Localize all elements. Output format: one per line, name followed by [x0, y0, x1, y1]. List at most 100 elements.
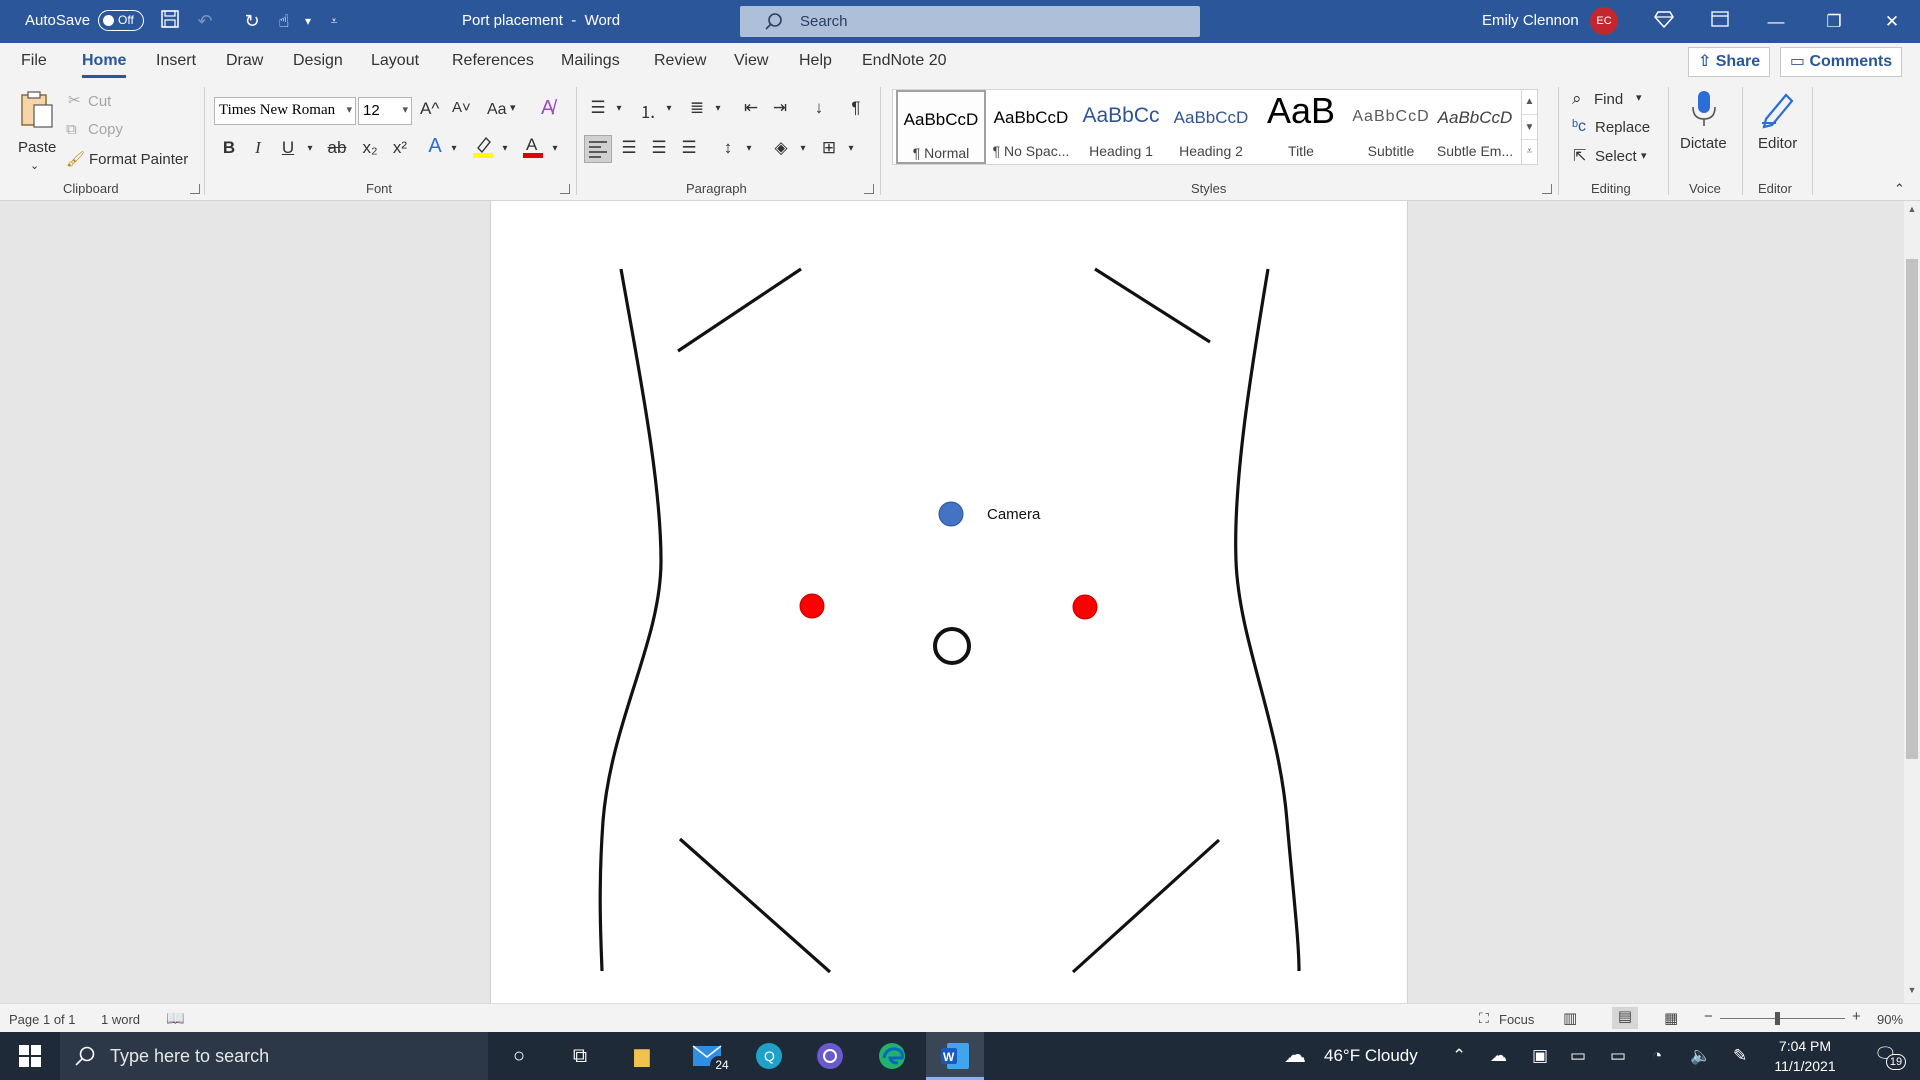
style-subtle-emphasis[interactable]: AaBbCcD Subtle Em...: [1436, 90, 1514, 164]
editor-button[interactable]: Editor: [1752, 87, 1808, 177]
underline-button[interactable]: U: [277, 138, 299, 158]
document-page[interactable]: Camera: [490, 201, 1408, 1003]
replace-button[interactable]: Replace: [1595, 119, 1650, 136]
tab-endnote[interactable]: EndNote 20: [862, 52, 947, 70]
paragraph-launcher-icon[interactable]: [864, 184, 874, 194]
bold-button[interactable]: B: [218, 138, 240, 158]
notifications-button[interactable]: 🗨 19: [1868, 1040, 1908, 1072]
format-painter-button[interactable]: Format Painter: [89, 151, 188, 168]
style-heading-1[interactable]: AaBbCc Heading 1: [1076, 90, 1166, 164]
edge-icon[interactable]: [872, 1040, 912, 1072]
tab-draw[interactable]: Draw: [226, 52, 263, 70]
scroll-thumb[interactable]: [1906, 259, 1918, 759]
file-explorer-icon[interactable]: ▆: [622, 1040, 662, 1072]
restore-button[interactable]: ❐: [1806, 0, 1862, 43]
touch-mode-icon[interactable]: ☝: [272, 9, 296, 33]
align-center-icon[interactable]: ☰: [616, 138, 642, 158]
tab-design[interactable]: Design: [293, 52, 343, 70]
tab-view[interactable]: View: [734, 52, 768, 70]
autosave-toggle[interactable]: Off: [98, 10, 144, 31]
pen-icon[interactable]: ✎: [1733, 1046, 1747, 1066]
sort-icon[interactable]: ↓: [806, 98, 832, 118]
align-right-icon[interactable]: ☰: [646, 138, 672, 158]
find-button[interactable]: Find: [1594, 91, 1623, 108]
app-icon[interactable]: [810, 1040, 850, 1072]
style-subtitle[interactable]: AaBbCcD Subtitle: [1346, 90, 1436, 164]
vertical-scrollbar[interactable]: ▲ ▼: [1904, 201, 1920, 1003]
diamond-icon[interactable]: [1652, 9, 1676, 33]
styles-launcher-icon[interactable]: [1542, 184, 1552, 194]
subscript-button[interactable]: x₂: [359, 138, 381, 158]
tab-review[interactable]: Review: [654, 52, 706, 70]
search-box[interactable]: Search: [740, 6, 1200, 37]
style-no-spacing[interactable]: AaBbCcD ¶ No Spac...: [986, 90, 1076, 164]
minimize-button[interactable]: —: [1748, 0, 1804, 43]
system-clock[interactable]: 7:04 PM 11/1/2021: [1760, 1036, 1850, 1076]
zoom-in-icon[interactable]: +: [1852, 1008, 1861, 1025]
style-normal[interactable]: AaBbCcD ¶ Normal: [896, 90, 986, 164]
chevron-down-icon[interactable]: ▾: [296, 9, 320, 33]
strikethrough-button[interactable]: ab: [326, 138, 348, 158]
style-title[interactable]: AaB Title: [1256, 90, 1346, 164]
taskbar-search-input[interactable]: Type here to search: [60, 1032, 488, 1080]
close-button[interactable]: ✕: [1864, 0, 1920, 43]
scroll-down-icon[interactable]: ▼: [1904, 985, 1920, 995]
avatar[interactable]: EC: [1590, 7, 1618, 35]
show-marks-button[interactable]: ¶: [843, 98, 869, 118]
italic-button[interactable]: I: [247, 138, 269, 158]
wifi-icon[interactable]: ◔: [1652, 1046, 1662, 1066]
cortana-icon[interactable]: ○: [499, 1040, 539, 1072]
chevron-up-icon[interactable]: ⌃: [1452, 1046, 1466, 1066]
cut-button[interactable]: Cut: [88, 93, 111, 110]
page-count[interactable]: Page 1 of 1: [9, 1012, 76, 1027]
change-case-button[interactable]: Aa: [487, 101, 507, 119]
font-family-select[interactable]: Times New Roman ▾: [214, 97, 356, 125]
zoom-slider-thumb[interactable]: [1775, 1012, 1780, 1025]
align-left-button[interactable]: [584, 135, 612, 163]
print-layout-icon[interactable]: ▤: [1612, 1007, 1638, 1029]
undo-icon[interactable]: ↶: [193, 9, 217, 33]
more-styles-icon[interactable]: ⩡: [1522, 139, 1537, 163]
styles-scroll[interactable]: ▲ ▼ ⩡: [1521, 89, 1537, 165]
chevron-up-icon[interactable]: ▲: [1522, 89, 1537, 114]
grow-font-button[interactable]: A^: [420, 99, 439, 119]
tab-file[interactable]: File: [21, 52, 47, 70]
scroll-up-icon[interactable]: ▲: [1904, 204, 1920, 214]
customize-toolbar-icon[interactable]: ⩡: [322, 9, 346, 33]
clear-formatting-icon[interactable]: A̸: [541, 97, 554, 120]
style-heading-2[interactable]: AaBbCcD Heading 2: [1166, 90, 1256, 164]
tab-layout[interactable]: Layout: [371, 52, 419, 70]
weather-label[interactable]: 46°F Cloudy: [1324, 1046, 1418, 1066]
word-count[interactable]: 1 word: [101, 1012, 140, 1027]
proofing-icon[interactable]: 📖: [166, 1009, 185, 1027]
zoom-level[interactable]: 90%: [1877, 1012, 1903, 1027]
app-icon[interactable]: Q: [749, 1040, 789, 1072]
copy-button[interactable]: Copy: [88, 121, 123, 138]
collapse-ribbon-icon[interactable]: ⌃: [1894, 181, 1905, 197]
windows-start-icon[interactable]: [10, 1040, 50, 1072]
tab-help[interactable]: Help: [799, 52, 832, 70]
share-button[interactable]: ⇧ Share: [1688, 47, 1770, 77]
chevron-down-icon[interactable]: ▼: [1522, 114, 1537, 139]
redo-icon[interactable]: ↻: [240, 9, 264, 33]
user-name[interactable]: Emily Clennon: [1482, 12, 1579, 29]
web-layout-icon[interactable]: ▦: [1664, 1009, 1678, 1027]
tab-home[interactable]: Home: [82, 52, 127, 78]
tab-references[interactable]: References: [452, 52, 534, 70]
font-size-select[interactable]: 12 ▾: [358, 97, 412, 125]
mail-icon[interactable]: 24: [688, 1040, 734, 1074]
ribbon-display-icon[interactable]: [1708, 9, 1732, 33]
task-view-icon[interactable]: ⧉: [560, 1040, 600, 1072]
highlight-icon[interactable]: [472, 134, 494, 163]
increase-indent-icon[interactable]: ⇥: [767, 98, 793, 118]
select-button[interactable]: Select: [1595, 148, 1637, 165]
meet-now-icon[interactable]: ▣: [1532, 1046, 1548, 1066]
justify-icon[interactable]: ☰: [676, 138, 702, 158]
cloud-weather-icon[interactable]: ☁: [1284, 1042, 1306, 1068]
focus-button[interactable]: Focus: [1499, 1012, 1534, 1027]
dictate-button[interactable]: Dictate: [1676, 87, 1732, 177]
read-mode-icon[interactable]: ▥: [1563, 1009, 1577, 1027]
shrink-font-button[interactable]: A˅: [452, 99, 471, 116]
zoom-slider[interactable]: [1720, 1012, 1845, 1025]
display-icon[interactable]: ▭: [1570, 1046, 1586, 1066]
